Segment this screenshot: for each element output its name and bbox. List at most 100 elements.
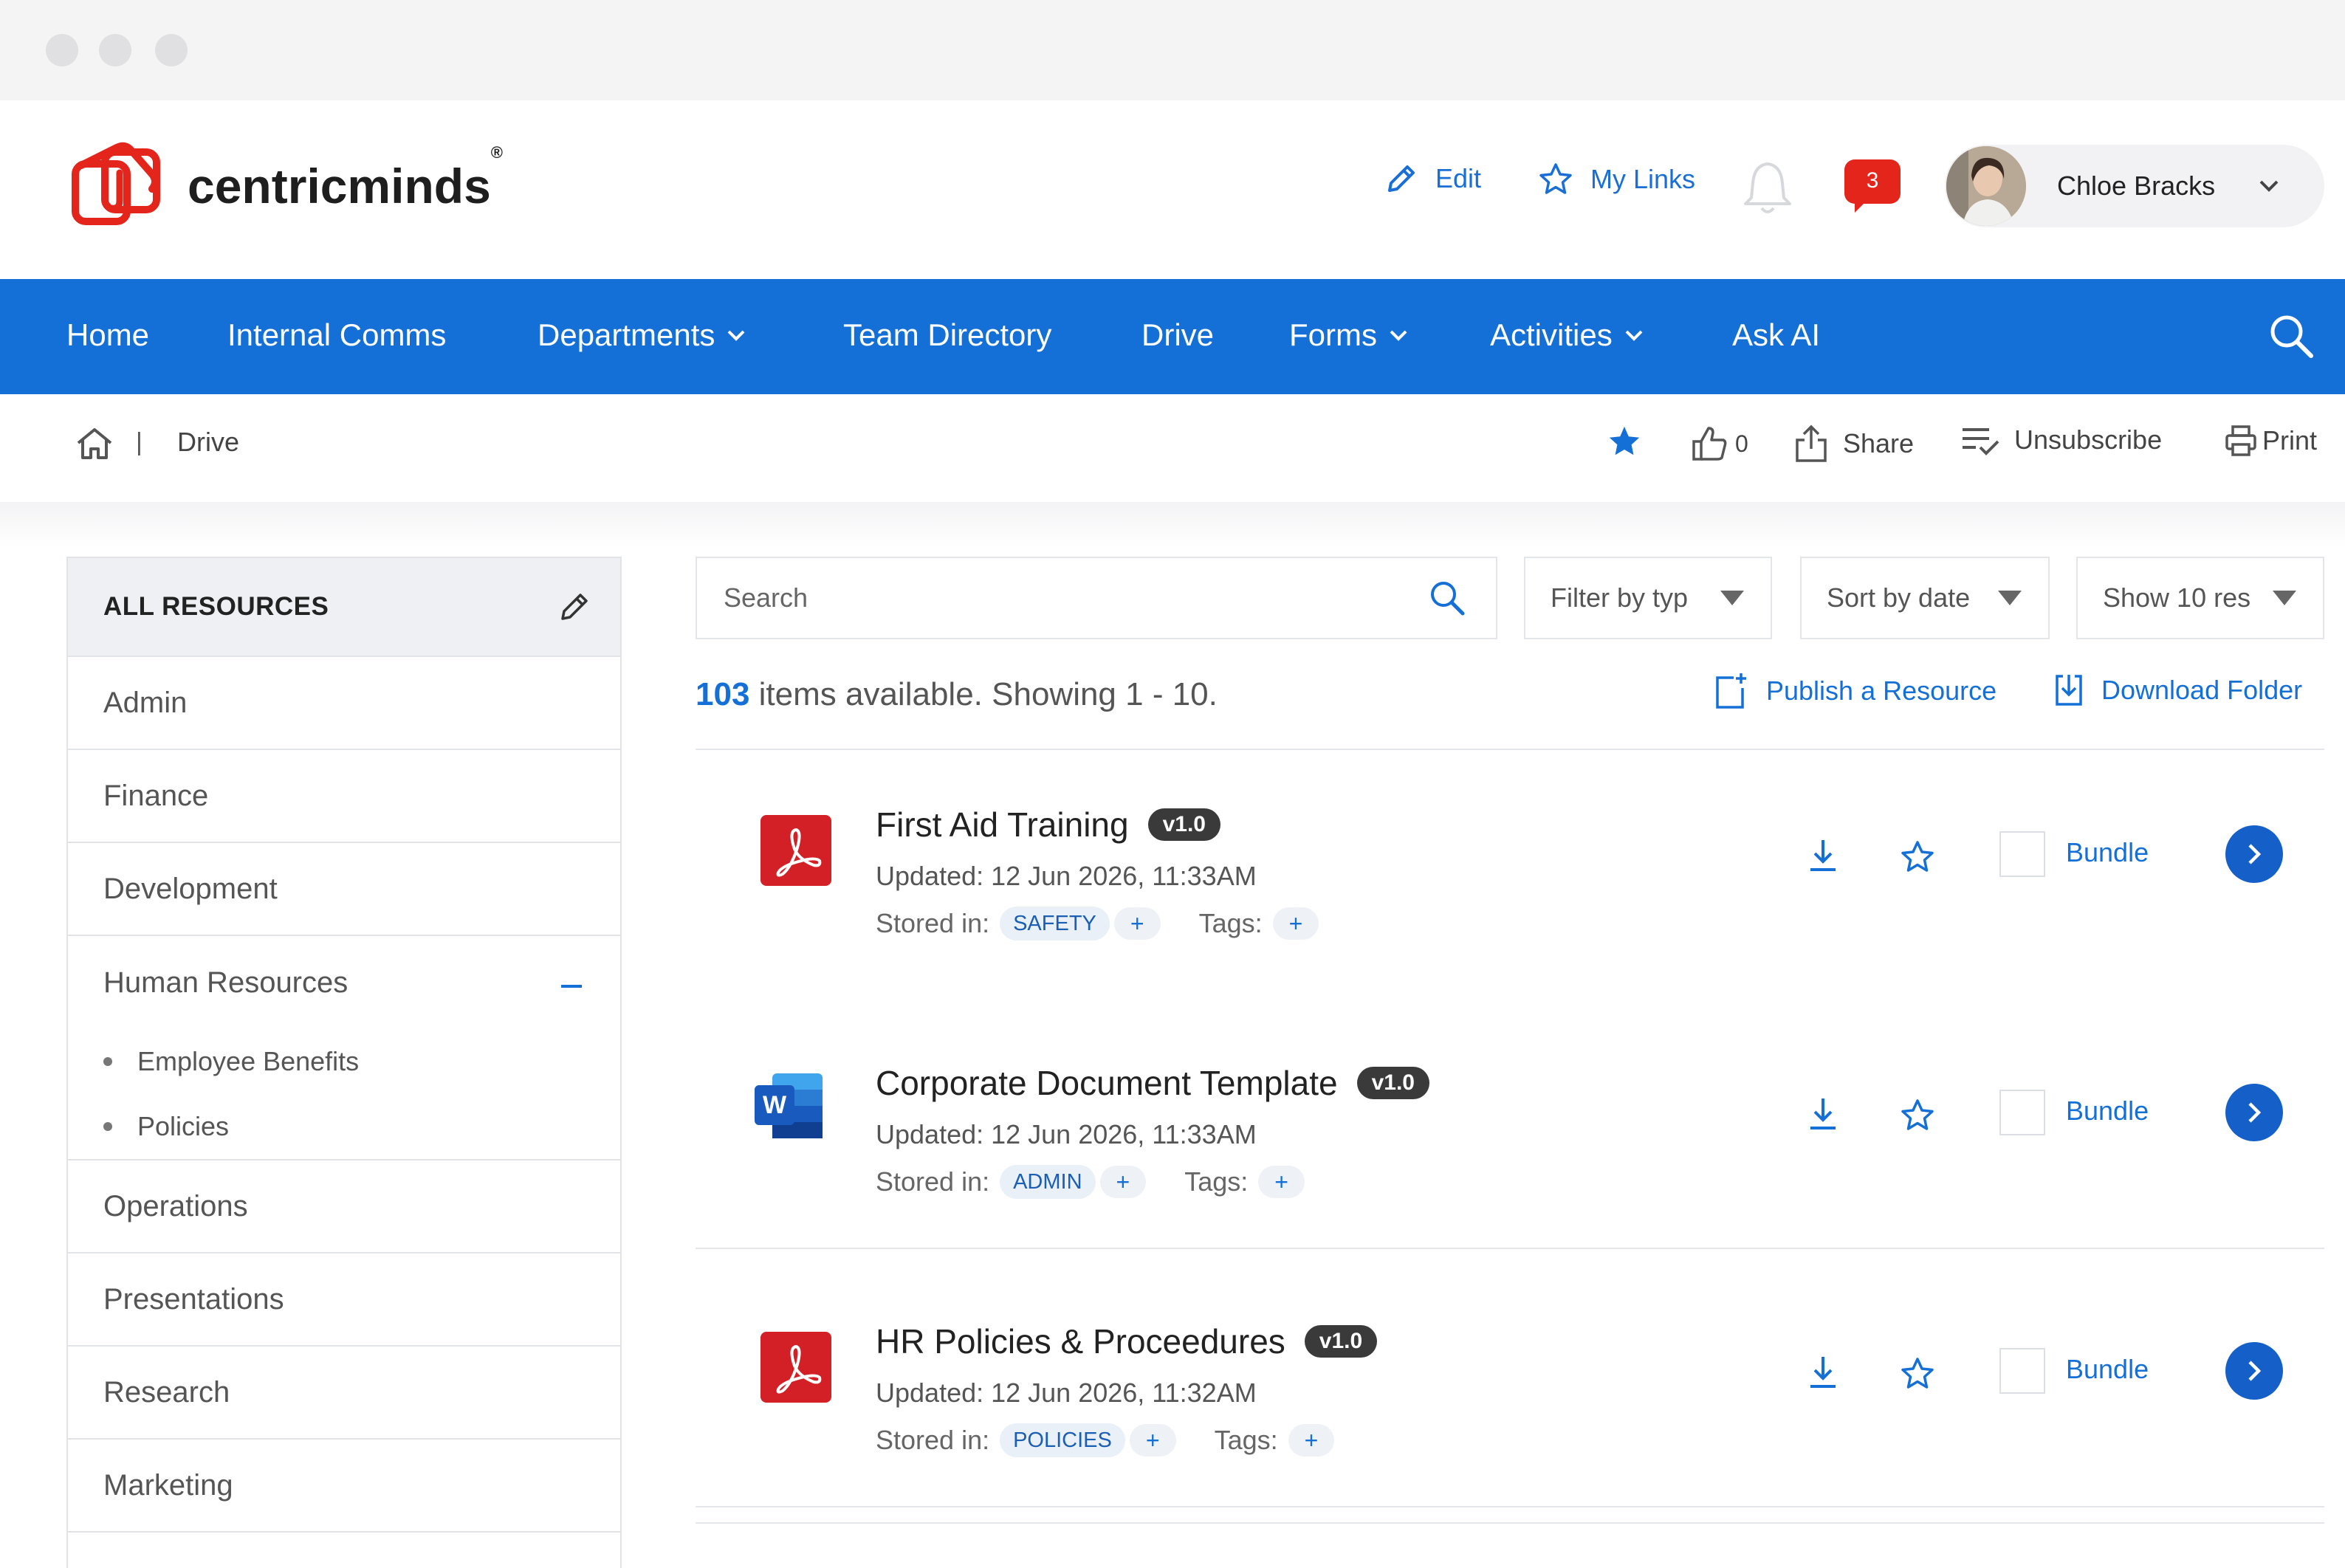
chevron-right-icon <box>2248 1102 2262 1123</box>
open-resource-button[interactable] <box>2225 1084 2283 1141</box>
dropdown-arrow-icon <box>2273 591 2296 605</box>
nav-home[interactable]: Home <box>66 317 149 353</box>
nav-team-directory[interactable]: Team Directory <box>843 317 1051 353</box>
search-icon[interactable] <box>1428 579 1466 617</box>
my-links-link[interactable]: My Links <box>1537 161 1695 198</box>
nav-ask-ai[interactable]: Ask AI <box>1732 317 1820 353</box>
sidebar-subitem-policies[interactable]: Policies <box>68 1094 620 1159</box>
sidebar-item-admin[interactable]: Admin <box>68 657 620 750</box>
resource-title[interactable]: First Aid Training v1.0 <box>876 805 1220 845</box>
updated-date: Updated: 12 Jun 2026, 11:33AM <box>876 861 1257 891</box>
favorite-button[interactable] <box>1607 424 1655 459</box>
star-outline-icon[interactable] <box>1899 839 1936 879</box>
edit-link[interactable]: Edit <box>1384 161 1481 196</box>
sidebar-item-operations[interactable]: Operations <box>68 1160 620 1254</box>
nav-forms[interactable]: Forms <box>1289 317 1408 353</box>
list-item: HR Policies & Proceedures v1.0 Updated: 1… <box>696 1267 2324 1524</box>
stored-in-tag[interactable]: POLICIES <box>1000 1423 1125 1457</box>
resource-title[interactable]: Corporate Document Template v1.0 <box>876 1063 1429 1103</box>
unsubscribe-label: Unsubscribe <box>2014 424 2163 455</box>
sidebar-item-presentations[interactable]: Presentations <box>68 1254 620 1347</box>
download-icon[interactable] <box>1806 837 1840 878</box>
sort-select[interactable]: Sort by date <box>1800 557 2050 639</box>
add-tag-button[interactable]: + <box>1272 907 1319 940</box>
stored-in-label: Stored in: <box>876 1166 990 1197</box>
version-badge: v1.0 <box>1147 808 1220 841</box>
download-icon[interactable] <box>1806 1096 1840 1136</box>
page-size-select[interactable]: Show 10 res <box>2076 557 2324 639</box>
print-label: Print <box>2262 425 2318 455</box>
printer-icon <box>2225 425 2256 456</box>
bundle-checkbox[interactable] <box>1999 1348 2045 1394</box>
download-icon[interactable] <box>1806 1354 1840 1395</box>
resource-title[interactable]: HR Policies & Proceedures v1.0 <box>876 1321 1378 1361</box>
bundle-checkbox[interactable] <box>1999 1090 2045 1135</box>
sidebar-title: ALL RESOURCES <box>103 592 329 621</box>
publish-resource-link[interactable]: Publish a Resource <box>1713 672 1996 710</box>
chevron-down-icon <box>1390 330 1407 341</box>
star-outline-icon[interactable] <box>1899 1097 1936 1138</box>
open-resource-button[interactable] <box>2225 825 2283 883</box>
list-check-icon <box>1963 428 1999 455</box>
logo[interactable]: centricminds® <box>65 137 503 235</box>
breadcrumb-current[interactable]: Drive <box>177 427 239 458</box>
add-folder-button[interactable]: + <box>1129 1424 1176 1457</box>
sidebar-subitem-employee-benefits[interactable]: Employee Benefits <box>68 1029 620 1094</box>
stored-in-tag[interactable]: SAFETY <box>1000 907 1110 941</box>
breadcrumb-bar: | Drive 0 Share Unsubscribe Print <box>0 394 2345 502</box>
bundle-label[interactable]: Bundle <box>2066 837 2149 868</box>
updated-date: Updated: 12 Jun 2026, 11:33AM <box>876 1119 1257 1149</box>
stored-in-tag[interactable]: ADMIN <box>1000 1165 1096 1199</box>
star-outline-icon[interactable] <box>1899 1355 1936 1396</box>
sidebar-item-research[interactable]: Research <box>68 1347 620 1440</box>
download-folder-label: Download Folder <box>2101 675 2303 705</box>
bundle-checkbox[interactable] <box>1999 831 2045 877</box>
nav-departments[interactable]: Departments <box>538 317 746 353</box>
chevron-down-icon <box>728 330 745 341</box>
sidebar-item-human-resources-header[interactable]: Human Resources <box>68 936 620 1029</box>
add-folder-button[interactable]: + <box>1099 1166 1147 1198</box>
word-file-icon: W <box>752 1067 828 1148</box>
window-close-dot[interactable] <box>46 34 78 66</box>
notifications-bell-icon[interactable] <box>1740 158 1796 221</box>
unsubscribe-button[interactable]: Unsubscribe <box>1960 424 2162 456</box>
chevron-down-icon <box>2259 180 2279 192</box>
window-minimize-dot[interactable] <box>99 34 131 66</box>
bundle-label[interactable]: Bundle <box>2066 1354 2149 1385</box>
download-folder-icon <box>2056 675 2082 706</box>
sort-value: Sort by date <box>1827 582 1971 613</box>
sidebar-item-finance[interactable]: Finance <box>68 750 620 843</box>
search-icon[interactable] <box>2267 312 2315 364</box>
share-button[interactable]: Share <box>1793 424 1914 464</box>
breadcrumb-separator: | <box>136 428 143 456</box>
svg-text:W: W <box>763 1091 787 1119</box>
sidebar-subitem-label: Policies <box>137 1111 230 1141</box>
collapse-icon[interactable] <box>561 985 582 988</box>
open-resource-button[interactable] <box>2225 1342 2283 1400</box>
add-tag-button[interactable]: + <box>1288 1424 1335 1457</box>
sidebar-item-development[interactable]: Development <box>68 843 620 936</box>
sidebar-item-marketing[interactable]: Marketing <box>68 1440 620 1533</box>
home-icon[interactable] <box>75 425 114 466</box>
like-count: 0 <box>1735 430 1748 457</box>
dropdown-arrow-icon <box>1720 591 1744 605</box>
resource-meta: Stored in: SAFETY + Tags: + <box>876 907 1319 941</box>
nav-drive[interactable]: Drive <box>1141 317 1214 353</box>
filter-type-select[interactable]: Filter by typ <box>1524 557 1772 639</box>
chat-bubble-tail <box>1855 199 1868 213</box>
filter-type-value: Filter by typ <box>1551 582 1689 613</box>
search-input[interactable]: Search <box>696 557 1497 639</box>
like-button[interactable]: 0 <box>1689 424 1748 464</box>
print-button[interactable]: Print <box>2224 424 2317 458</box>
publish-resource-label: Publish a Resource <box>1766 675 1997 706</box>
add-folder-button[interactable]: + <box>1113 907 1161 940</box>
user-menu[interactable]: Chloe Bracks <box>1945 145 2324 227</box>
window-maximize-dot[interactable] <box>155 34 188 66</box>
download-folder-link[interactable]: Download Folder <box>2053 672 2302 709</box>
nav-activities[interactable]: Activities <box>1490 317 1644 353</box>
add-document-icon <box>1716 673 1746 709</box>
add-tag-button[interactable]: + <box>1258 1166 1305 1198</box>
pencil-icon[interactable] <box>558 591 591 623</box>
nav-internal-comms[interactable]: Internal Comms <box>227 317 446 353</box>
bundle-label[interactable]: Bundle <box>2066 1096 2149 1127</box>
